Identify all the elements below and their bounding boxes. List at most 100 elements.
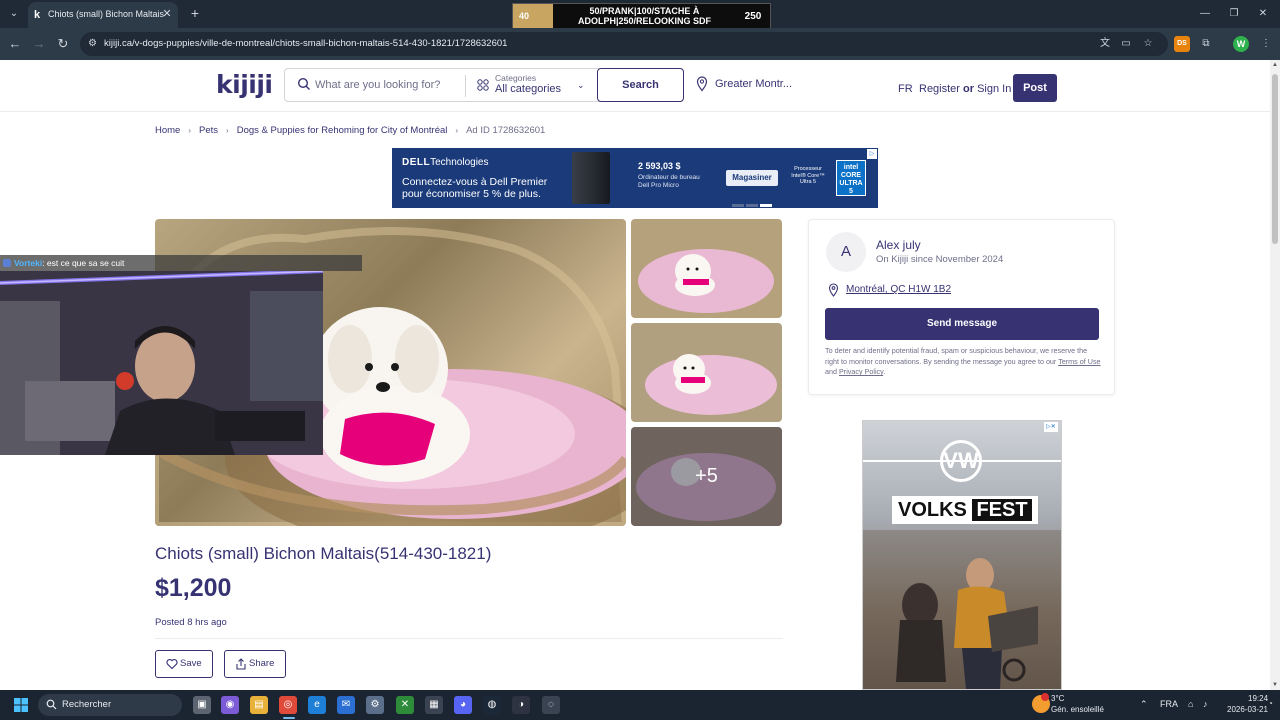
- xbox-icon[interactable]: ✕: [396, 696, 414, 714]
- gallery-more-photos[interactable]: +5: [631, 427, 782, 526]
- divider: [155, 638, 783, 639]
- scroll-thumb[interactable]: [1272, 74, 1278, 244]
- minimize-icon[interactable]: —: [1197, 6, 1213, 22]
- carousel-dot[interactable]: [732, 204, 744, 207]
- extensions-puzzle-icon[interactable]: ⧉: [1198, 36, 1214, 52]
- seller-card: A Alex july On Kijiji since November 202…: [808, 219, 1115, 395]
- weather-description: Gén. ensoleillé: [1051, 705, 1104, 714]
- task-view-icon[interactable]: ▣: [193, 696, 211, 714]
- steam-icon[interactable]: ◍: [483, 696, 501, 714]
- site-header: kijiji Categories All categories ⌄ Searc…: [0, 60, 1270, 112]
- send-message-button[interactable]: Send message: [825, 308, 1099, 340]
- tab-close-icon[interactable]: ✕: [160, 7, 174, 21]
- volume-icon[interactable]: ♪: [1203, 699, 1208, 709]
- kijiji-logo[interactable]: kijiji: [216, 70, 273, 99]
- edge-icon[interactable]: e: [308, 696, 326, 714]
- profile-avatar-icon[interactable]: W: [1233, 36, 1249, 52]
- carousel-dot[interactable]: [760, 204, 772, 207]
- weather-alert-badge: [1041, 693, 1049, 701]
- terms-link[interactable]: Terms of Use: [1058, 357, 1100, 366]
- listing-price: $1,200: [155, 574, 232, 602]
- notification-bell-icon[interactable]: ◔: [1268, 699, 1276, 709]
- language-toggle[interactable]: FR: [898, 83, 913, 95]
- new-tab-plus-icon[interactable]: +: [188, 6, 202, 20]
- share-button[interactable]: Share: [224, 650, 286, 678]
- search-bar: Categories All categories ⌄ Search: [284, 68, 684, 102]
- carousel-dot[interactable]: [746, 204, 758, 207]
- scroll-up-arrow-icon[interactable]: ▲: [1270, 60, 1280, 70]
- seller-location-link[interactable]: Montréal, QC H1W 1B2: [846, 284, 951, 295]
- browser-tab[interactable]: k Chiots (small) Bichon Maltais(514 ✕: [28, 2, 178, 28]
- discord-icon[interactable]: ◕: [454, 696, 472, 714]
- dell-shop-button[interactable]: Magasiner: [726, 170, 778, 186]
- url-text: kijiji.ca/v-dogs-puppies/ville-de-montre…: [104, 38, 508, 49]
- bookmark-star-icon[interactable]: ☆: [1140, 36, 1156, 52]
- chat-badge-icon: [3, 259, 11, 267]
- chat-username: Vorteki: [14, 258, 43, 268]
- cast-icon[interactable]: ▭: [1118, 36, 1134, 52]
- browser-menu-icon[interactable]: ⋮: [1258, 36, 1274, 52]
- breadcrumb-pets[interactable]: Pets: [199, 125, 218, 136]
- register-link[interactable]: Register: [919, 83, 960, 95]
- forward-arrow-icon[interactable]: →: [31, 36, 47, 52]
- store-icon[interactable]: ▦: [425, 696, 443, 714]
- file-explorer-icon[interactable]: ▤: [250, 696, 268, 714]
- chevron-down-icon[interactable]: ⌄: [577, 80, 587, 90]
- ad-choices-icon[interactable]: ▷: [867, 149, 877, 159]
- clock-time[interactable]: 19:24: [1248, 694, 1268, 703]
- tab-list-chevron-icon[interactable]: ⌄: [6, 6, 22, 22]
- search-input[interactable]: [315, 70, 463, 100]
- translate-icon[interactable]: 文: [1097, 36, 1113, 52]
- desktop-computer-image: [572, 152, 610, 204]
- categories-select[interactable]: All categories: [495, 83, 561, 95]
- search-button[interactable]: Search: [597, 68, 684, 102]
- categories-label: Categories: [495, 73, 537, 83]
- chat-message-text: : est ce que sa se cuit: [42, 258, 125, 268]
- copilot-icon[interactable]: ◉: [221, 696, 239, 714]
- gallery-thumbnail[interactable]: [631, 219, 782, 318]
- location-selector[interactable]: Greater Montr...: [715, 78, 792, 90]
- privacy-link[interactable]: Privacy Policy: [839, 367, 883, 376]
- seller-name[interactable]: Alex july: [876, 238, 921, 252]
- dell-logo: DELLTechnologies: [402, 157, 489, 168]
- volkswagen-ad[interactable]: VW VOLKS FEST ▷✕: [862, 420, 1062, 690]
- posted-time: Posted 8 hrs ago: [155, 617, 227, 628]
- location-pin-icon: [696, 76, 708, 92]
- breadcrumb-chevron-icon: ›: [188, 126, 192, 135]
- message-disclaimer: To deter and identify potential fraud, s…: [825, 346, 1101, 376]
- obs-icon[interactable]: ◑: [512, 696, 530, 714]
- sign-in-link[interactable]: Sign In: [977, 83, 1011, 95]
- extension-badge-icon[interactable]: DS: [1174, 36, 1190, 52]
- site-info-icon[interactable]: ⚙: [88, 38, 100, 50]
- scroll-down-arrow-icon[interactable]: ▼: [1270, 680, 1280, 690]
- save-button[interactable]: Save: [155, 650, 213, 678]
- breadcrumb-home[interactable]: Home: [155, 125, 180, 136]
- ad-carousel-dots: [732, 204, 772, 207]
- dell-banner-ad[interactable]: DELLTechnologies Connectez-vous à Dell P…: [392, 148, 878, 208]
- puppy-thumbnail-illustration: [631, 323, 782, 422]
- reload-icon[interactable]: ↻: [55, 36, 71, 52]
- tray-chevron-icon[interactable]: ⌃: [1140, 699, 1148, 710]
- location-pin-icon: [828, 283, 839, 297]
- mail-icon[interactable]: ✉: [337, 696, 355, 714]
- back-arrow-icon[interactable]: ←: [7, 36, 23, 52]
- address-bar[interactable]: ⚙ kijiji.ca/v-dogs-puppies/ville-de-mont…: [80, 32, 1168, 56]
- clock-date[interactable]: 2026-03-21: [1227, 705, 1268, 714]
- input-language[interactable]: FRA: [1160, 699, 1178, 709]
- chrome-icon[interactable]: ◎: [279, 696, 297, 714]
- page-scrollbar[interactable]: ▲ ▼: [1270, 60, 1280, 690]
- close-window-icon[interactable]: ✕: [1255, 6, 1271, 22]
- restore-icon[interactable]: ❐: [1226, 6, 1242, 22]
- windows-start-icon[interactable]: [14, 698, 28, 712]
- taskbar-search[interactable]: Rechercher: [38, 694, 182, 716]
- categories-grid-icon: [477, 79, 489, 91]
- breadcrumb-dogs-puppies[interactable]: Dogs & Puppies for Rehoming for City of …: [237, 125, 448, 136]
- post-ad-button[interactable]: Post: [1013, 74, 1057, 102]
- avatar[interactable]: A: [826, 232, 866, 272]
- gallery-thumbnail[interactable]: [631, 323, 782, 422]
- network-icon[interactable]: ⌂: [1188, 699, 1193, 709]
- tab-title: Chiots (small) Bichon Maltais(514: [48, 9, 164, 19]
- app-icon[interactable]: ◌: [542, 696, 560, 714]
- banner-line-1: 50/PRANK|100/STACHE À: [589, 6, 700, 16]
- settings-gear-icon[interactable]: ⚙: [366, 696, 384, 714]
